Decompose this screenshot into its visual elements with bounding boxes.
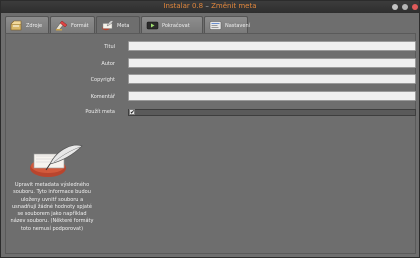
use-meta-label: Použít meta [85,109,115,115]
tab-settings[interactable]: Nastavení [204,16,251,33]
tab-settings-label: Nastavení [225,23,251,29]
continue-icon [146,21,159,30]
title-input[interactable] [128,41,416,51]
tab-format[interactable]: Formát [50,16,95,33]
tab-continue-label: Pokračovat [162,23,190,29]
close-button[interactable] [412,4,418,10]
meta-description: Upravit metadata výsledného souboru. Tyt… [10,182,94,232]
copyright-label: Copyright [90,77,115,83]
source-icon [10,20,22,31]
tab-format-label: Formát [71,23,89,29]
tab-meta-label: Meta [117,23,130,29]
title-label: Titul [104,44,115,50]
title-separator: – [205,2,209,10]
meta-illustration [30,144,83,177]
tab-sources[interactable]: Zdroje [5,16,49,33]
app-name: Instalar 0.8 [163,2,204,10]
comment-input[interactable] [128,91,416,101]
window-title: Instalar 0.8 – Změnit meta [1,2,419,10]
meta-icon [102,20,114,31]
meta-panel: Upravit metadata výsledného souboru. Tyt… [5,33,416,254]
app-window: Instalar 0.8 – Změnit meta Zdroje Formát [0,0,420,258]
tab-meta[interactable]: Meta [96,16,140,34]
author-input[interactable] [128,58,416,68]
tab-sources-label: Zdroje [26,23,43,29]
maximize-button[interactable] [402,4,408,10]
use-meta-checkbox[interactable]: ✔ [129,109,135,116]
window-subtitle: Změnit meta [211,2,257,10]
format-icon [55,20,68,31]
minimize-button[interactable] [392,4,398,10]
use-meta-row[interactable]: ✔ [128,109,416,116]
copyright-input[interactable] [128,74,416,84]
author-label: Autor [101,61,115,67]
title-bar[interactable]: Instalar 0.8 – Změnit meta [1,1,419,13]
settings-icon [209,21,222,30]
comment-label: Komentář [90,94,115,100]
tab-continue[interactable]: Pokračovat [141,16,203,33]
